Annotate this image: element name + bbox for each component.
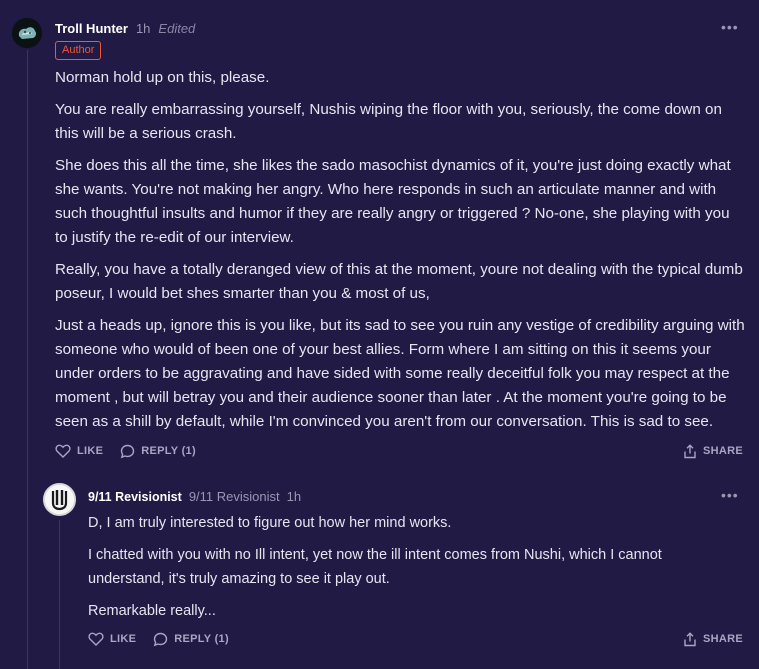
comment-actions: LIKE REPLY (1) bbox=[55, 442, 213, 460]
reply-paragraph: I chatted with you with no Ill intent, y… bbox=[88, 547, 662, 587]
like-label: LIKE bbox=[77, 445, 104, 457]
comment-thread-line bbox=[27, 50, 28, 669]
more-options-icon[interactable]: ••• bbox=[721, 20, 738, 37]
reply-button[interactable]: REPLY (1) bbox=[120, 444, 196, 459]
author-badge: Author bbox=[55, 41, 102, 60]
reply-more-options-icon[interactable]: ••• bbox=[721, 488, 738, 505]
comment-paragraph: Really, you have a totally deranged view… bbox=[55, 261, 743, 302]
author-avatar[interactable] bbox=[12, 18, 42, 48]
reply-share-button[interactable]: SHARE bbox=[683, 630, 743, 648]
edited-label: Edited bbox=[158, 20, 196, 36]
reply-actions: LIKE REPLY (1) bbox=[88, 630, 246, 648]
reply-author-avatar[interactable] bbox=[43, 483, 76, 516]
reply-author-name[interactable]: 9/11 Revisionist bbox=[88, 490, 182, 504]
heart-icon bbox=[55, 444, 71, 458]
comment-body: Norman hold up on this, please. You are … bbox=[55, 66, 745, 442]
reply-thread-line bbox=[59, 520, 60, 669]
reply-body: D, I am truly interested to figure out h… bbox=[88, 511, 728, 631]
avatar-logo-icon bbox=[45, 485, 74, 514]
share-icon bbox=[684, 631, 696, 646]
reply-label: REPLY (1) bbox=[141, 445, 196, 457]
comment-header: Troll Hunter 1h Edited bbox=[55, 19, 195, 37]
reply-share-label: SHARE bbox=[703, 633, 744, 645]
comment-bubble-icon bbox=[154, 632, 168, 646]
comment-paragraph: She does this all the time, she likes th… bbox=[55, 157, 731, 246]
share-label: SHARE bbox=[703, 445, 744, 457]
reply-reply-label: REPLY (1) bbox=[174, 633, 229, 645]
share-icon bbox=[684, 443, 696, 458]
reply-header: 9/11 Revisionist 9/11 Revisionist 1h bbox=[88, 488, 301, 505]
reply-like-button[interactable]: LIKE bbox=[88, 632, 136, 646]
comment-paragraph: You are really embarrassing yourself, Nu… bbox=[55, 101, 722, 142]
comment-paragraph: Just a heads up, ignore this is you like… bbox=[55, 317, 745, 430]
avatar-image-icon bbox=[12, 18, 42, 48]
reply-paragraph: Remarkable really... bbox=[88, 603, 216, 619]
comment-bubble-icon bbox=[121, 444, 135, 458]
reply-author-handle[interactable]: 9/11 Revisionist bbox=[189, 489, 280, 504]
author-name[interactable]: Troll Hunter bbox=[55, 21, 128, 36]
reply-like-label: LIKE bbox=[110, 633, 137, 645]
share-button[interactable]: SHARE bbox=[683, 442, 743, 460]
comment-timestamp[interactable]: 1h bbox=[136, 21, 150, 36]
comment-paragraph: Norman hold up on this, please. bbox=[55, 69, 270, 86]
like-button[interactable]: LIKE bbox=[55, 444, 103, 458]
reply-reply-button[interactable]: REPLY (1) bbox=[153, 632, 229, 647]
reply-paragraph: D, I am truly interested to figure out h… bbox=[88, 515, 452, 531]
reply-timestamp[interactable]: 1h bbox=[287, 489, 301, 504]
heart-icon bbox=[88, 632, 104, 646]
